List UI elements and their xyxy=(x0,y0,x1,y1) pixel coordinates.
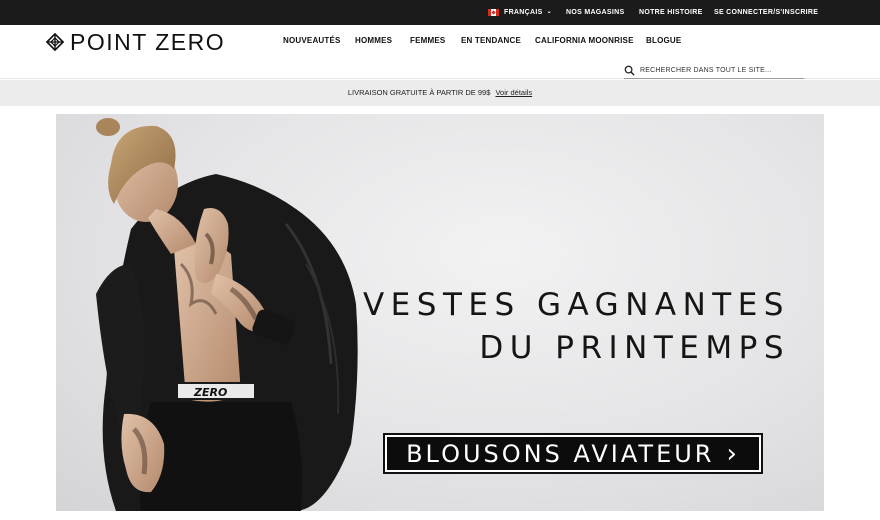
nav-femmes[interactable]: FEMMES xyxy=(410,25,445,57)
site-header: POINT ZERO NOUVEAUTÉS HOMMES FEMMES EN T… xyxy=(0,25,880,79)
search-bar xyxy=(624,63,804,79)
cta-label: BLOUSONS AVIATEUR xyxy=(406,439,715,468)
promo-text: LIVRAISON GRATUITE À PARTIR DE 99$ xyxy=(347,88,491,97)
bomber-jackets-button[interactable]: BLOUSONS AVIATEUR › xyxy=(383,433,763,474)
logo-text: POINT ZERO xyxy=(70,28,226,55)
site-logo[interactable]: POINT ZERO xyxy=(46,28,226,55)
promo-banner: LIVRAISON GRATUITE À PARTIR DE 99$ Voir … xyxy=(0,80,880,106)
diamond-logo-icon xyxy=(46,33,64,51)
search-input[interactable] xyxy=(640,67,800,74)
hero-headline-line-1: VESTES GAGNANTES xyxy=(362,287,790,323)
waistband-logo: ZERO xyxy=(193,386,227,399)
nav-en-tendance[interactable]: EN TENDANCE xyxy=(461,25,521,57)
login-register-link[interactable]: SE CONNECTER/S'INSCRIRE xyxy=(714,0,818,25)
stores-link[interactable]: NOS MAGASINS xyxy=(566,0,624,25)
nav-blogue[interactable]: BLOGUE xyxy=(646,25,681,57)
promo-details-link[interactable]: Voir détails xyxy=(495,88,532,97)
chevron-right-icon: › xyxy=(726,438,740,469)
chevron-down-icon: ⌄ xyxy=(546,9,552,15)
nav-nouveautes[interactable]: NOUVEAUTÉS xyxy=(283,25,341,57)
hero-headline: VESTES GAGNANTES DU PRINTEMPS xyxy=(363,284,790,370)
nav-california-moonrise[interactable]: CALIFORNIA MOONRISE xyxy=(535,25,634,57)
search-icon[interactable] xyxy=(624,65,635,76)
canada-flag-icon xyxy=(488,9,499,16)
language-selector[interactable]: FRANÇAIS ⌄ xyxy=(488,0,552,25)
cta-inner: BLOUSONS AVIATEUR › xyxy=(387,437,759,470)
hero-headline-line-2: DU PRINTEMPS xyxy=(479,330,790,366)
hero-model-image: ZERO xyxy=(96,118,358,511)
hero-banner[interactable]: ZERO VESTES GAGNANTES DU PRINTEMPS BLOUS… xyxy=(56,114,824,511)
utility-bar: FRANÇAIS ⌄ NOS MAGASINS NOTRE HISTOIRE S… xyxy=(0,0,880,25)
language-label: FRANÇAIS xyxy=(504,9,543,16)
our-story-link[interactable]: NOTRE HISTOIRE xyxy=(639,0,703,25)
nav-hommes[interactable]: HOMMES xyxy=(355,25,392,57)
